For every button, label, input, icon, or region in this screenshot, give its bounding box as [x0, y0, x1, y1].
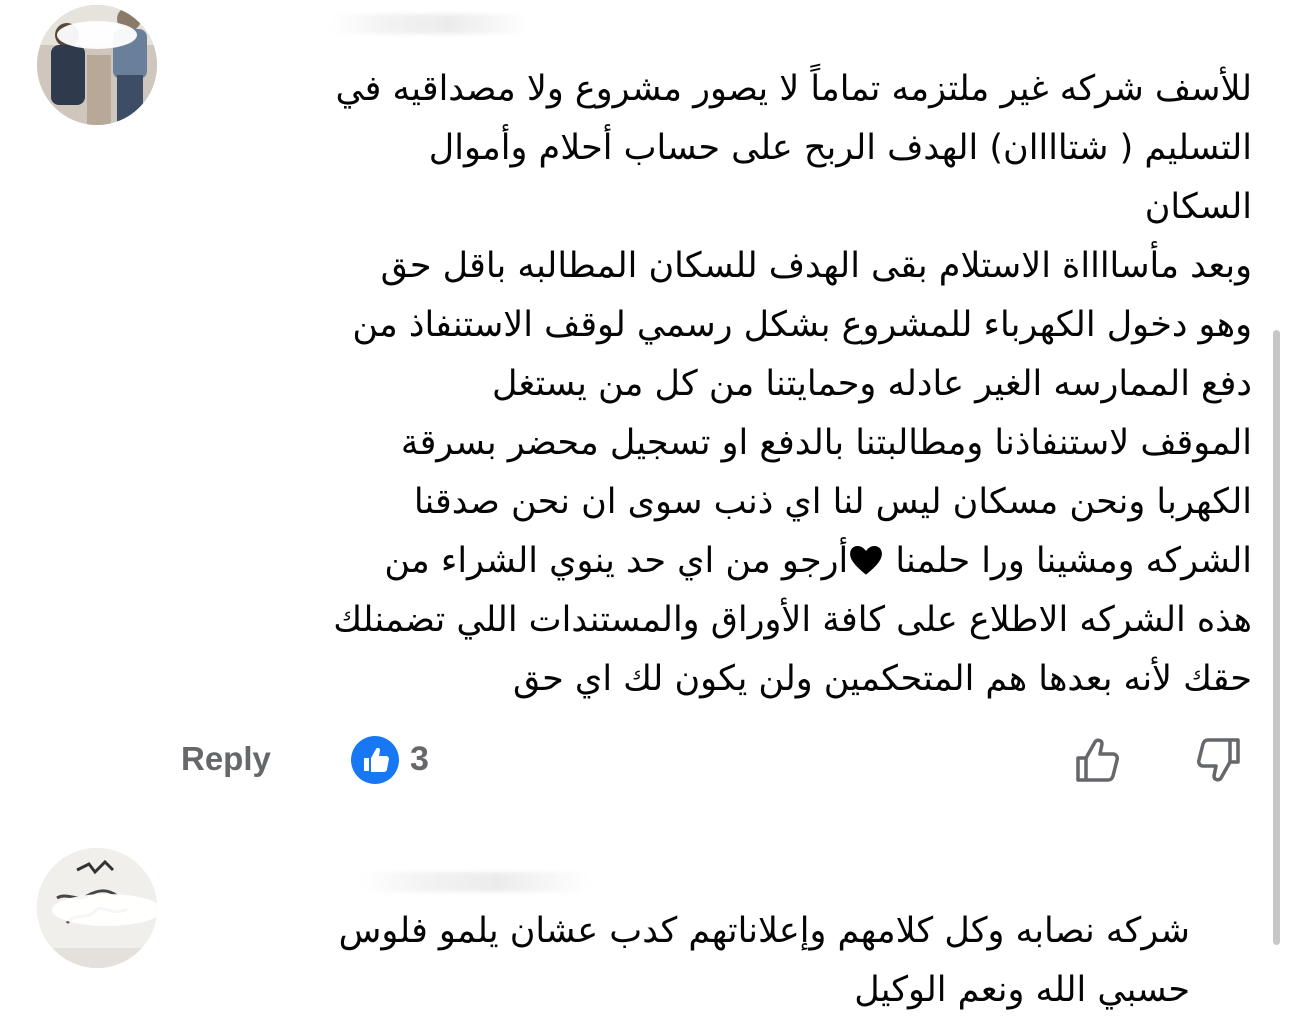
reply-button[interactable]: Reply — [181, 740, 271, 778]
commenter-avatar[interactable] — [37, 848, 157, 968]
scrollbar[interactable] — [1273, 330, 1280, 945]
like-reaction-icon[interactable] — [350, 735, 400, 785]
comment-2: شركه نصابه وكل كلامهم وإعلاناتهم كدب عشا… — [0, 840, 1290, 1027]
avatar-photo — [37, 5, 157, 125]
comment-line: الموقف لاستنفاذنا ومطالبتنا بالدفع او تس… — [400, 423, 1252, 463]
comment-line: حسبي الله ونعم الوكيل — [854, 970, 1190, 1010]
comment-line: السكان — [1144, 187, 1252, 227]
comment-line: حقك لأنه بعدها هم المتحكمين ولن يكون لك … — [512, 659, 1252, 699]
thumbs-up-icon[interactable] — [1070, 732, 1126, 788]
comment-line: دفع الممارسه الغير عادله وحمايتنا من كل … — [491, 364, 1252, 404]
comment-text: للأسف شركه غير ملتزمه تماماً لا يصور مشر… — [152, 60, 1252, 709]
comment-1: للأسف شركه غير ملتزمه تماماً لا يصور مشر… — [0, 0, 1290, 800]
comment-line: شركه نصابه وكل كلامهم وإعلاناتهم كدب عشا… — [338, 911, 1190, 951]
comment-line: وبعد مأسااااة الاستلام بقى الهدف للسكان … — [380, 246, 1252, 286]
comment-line: للأسف شركه غير ملتزمه تماماً لا يصور مشر… — [335, 69, 1253, 109]
comment-line-part: أرجو من اي حد ينوي الشراء من — [384, 541, 849, 581]
commenter-name-redacted — [330, 14, 530, 34]
commenter-avatar[interactable] — [37, 5, 157, 125]
comment-line: الكهربا ونحن مسكان ليس لنا اي ذنب سوى ان… — [413, 482, 1252, 522]
comment-line-part: الشركه ومشينا ورا حلمنا — [895, 541, 1252, 581]
avatar-photo — [37, 848, 157, 968]
commenter-name-redacted — [360, 872, 590, 892]
comment-actions: Reply 3 — [0, 730, 1290, 790]
comment-text: شركه نصابه وكل كلامهم وإعلاناتهم كدب عشا… — [150, 902, 1190, 1020]
comment-line: التسليم ( شتاااان) الهدف الربح على حساب … — [428, 128, 1252, 168]
black-heart-icon — [850, 546, 883, 575]
comment-line: هذه الشركه الاطلاع على كافة الأوراق والم… — [333, 600, 1252, 640]
thumbs-down-icon[interactable] — [1190, 732, 1246, 788]
comment-line: وهو دخول الكهرباء للمشروع بشكل رسمي لوقف… — [352, 305, 1252, 345]
like-count: 3 — [410, 740, 429, 778]
comment-line-with-heart: الشركه ومشينا ورا حلمنا أرجو من اي حد ين… — [152, 532, 1252, 591]
